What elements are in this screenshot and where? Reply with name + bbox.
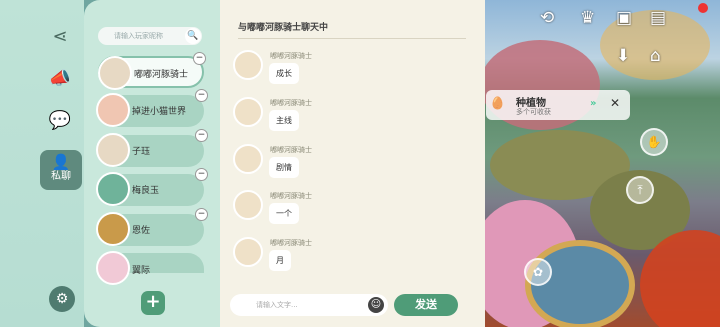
plant-notice[interactable]: 🥚 种植物 多个可收获 » ✕: [486, 90, 630, 120]
message-bubble: 一个: [269, 203, 299, 224]
divider: [238, 38, 466, 39]
send-button[interactable]: 发送: [394, 294, 458, 316]
megaphone-icon[interactable]: 📣: [49, 68, 71, 89]
friend-item[interactable]: 恩佐 −: [96, 208, 208, 246]
avatar[interactable]: [233, 50, 263, 80]
avatar: [96, 212, 130, 246]
game-scene[interactable]: [470, 0, 720, 327]
card-icon[interactable]: ▤: [650, 8, 666, 28]
message-bubble: 主线: [269, 110, 299, 131]
avatar[interactable]: [233, 97, 263, 127]
settings-button[interactable]: ⚙: [49, 286, 75, 312]
friend-item[interactable]: 嘟嘟河豚骑士 −: [98, 52, 206, 90]
message-sender: 嘟嘟河豚骑士: [270, 146, 312, 154]
chat-message: 嘟嘟河豚骑士 剧情: [233, 144, 463, 188]
chat-message: 嘟嘟河豚骑士 成长: [233, 50, 463, 94]
remove-friend-button[interactable]: −: [195, 89, 208, 102]
friend-name: 嘟嘟河豚骑士: [134, 70, 189, 80]
private-chat-tab[interactable]: 👤 私聊: [40, 150, 82, 190]
private-chat-label: 私聊: [51, 171, 71, 182]
jump-action-button[interactable]: ⤒: [626, 176, 654, 204]
seed-icon: 🥚: [490, 96, 505, 110]
plant-go-icon[interactable]: »: [590, 98, 596, 109]
avatar: [98, 56, 132, 90]
friend-item[interactable]: 掉进小猫世界 −: [96, 89, 208, 127]
friend-item[interactable]: 翼际: [96, 251, 204, 285]
search-icon[interactable]: 🔍: [185, 28, 201, 44]
share-icon[interactable]: ⋖: [52, 26, 67, 47]
private-chat-icon: 👤: [51, 153, 71, 171]
friend-item[interactable]: 梅良玉 −: [96, 168, 208, 206]
remove-friend-button[interactable]: −: [195, 129, 208, 142]
download-icon[interactable]: ⬇: [616, 46, 630, 66]
chat-bubble-icon[interactable]: 💬: [49, 110, 71, 131]
friend-name: 恩佐: [132, 226, 151, 236]
chat-message: 嘟嘟河豚骑士 月: [233, 237, 463, 281]
message-sender: 嘟嘟河豚骑士: [270, 192, 312, 200]
message-sender: 嘟嘟河豚骑士: [270, 52, 312, 60]
message-bubble: 剧情: [269, 157, 299, 178]
friend-name: 梅良玉: [132, 186, 160, 196]
message-bubble: 成长: [269, 63, 299, 84]
message-bubble: 月: [269, 250, 291, 271]
avatar[interactable]: [233, 190, 263, 220]
message-input[interactable]: 请输入文字...: [230, 294, 388, 316]
chat-panel: 与嘟嘟河豚骑士聊天中 嘟嘟河豚骑士 成长 嘟嘟河豚骑士 主线 嘟嘟河豚骑士 剧情…: [220, 0, 485, 327]
friend-list-panel: 请输入玩家昵称 🔍 嘟嘟河豚骑士 − 掉进小猫世界 − 子珏 − 梅良玉 − 恩…: [84, 0, 220, 327]
friend-item[interactable]: 子珏 −: [96, 129, 208, 167]
avatar: [96, 93, 130, 127]
avatar: [96, 133, 130, 167]
target-icon[interactable]: ⟲: [540, 8, 554, 28]
notification-badge: [698, 3, 708, 13]
remove-friend-button[interactable]: −: [193, 52, 206, 65]
avatar[interactable]: [233, 237, 263, 267]
plant-subtitle: 多个可收获: [516, 108, 551, 116]
wave-action-button[interactable]: ✋: [640, 128, 668, 156]
house-icon[interactable]: ⌂: [650, 46, 661, 66]
avatar: [96, 251, 130, 285]
avatar: [96, 172, 130, 206]
chat-message: 嘟嘟河豚骑士 主线: [233, 97, 463, 141]
remove-friend-button[interactable]: −: [195, 208, 208, 221]
side-rail: ⋖ 📣 💬 👤 私聊 ⚙: [0, 0, 84, 327]
remove-friend-button[interactable]: −: [195, 168, 208, 181]
friend-name: 子珏: [132, 147, 151, 157]
plant-close-icon[interactable]: ✕: [610, 96, 620, 110]
chat-title: 与嘟嘟河豚骑士聊天中: [238, 23, 329, 33]
friend-name: 翼际: [132, 266, 151, 276]
emoji-icon[interactable]: ☺: [368, 297, 384, 313]
avatar[interactable]: [233, 144, 263, 174]
add-friend-button[interactable]: +: [141, 291, 165, 315]
friend-name: 掉进小猫世界: [132, 107, 187, 117]
message-sender: 嘟嘟河豚骑士: [270, 239, 312, 247]
message-sender: 嘟嘟河豚骑士: [270, 99, 312, 107]
camera-action-button[interactable]: ✿: [524, 258, 552, 286]
crown-icon[interactable]: ♛: [580, 8, 595, 28]
chat-message: 嘟嘟河豚骑士 一个: [233, 190, 463, 234]
bag-icon[interactable]: ▣: [616, 8, 632, 28]
